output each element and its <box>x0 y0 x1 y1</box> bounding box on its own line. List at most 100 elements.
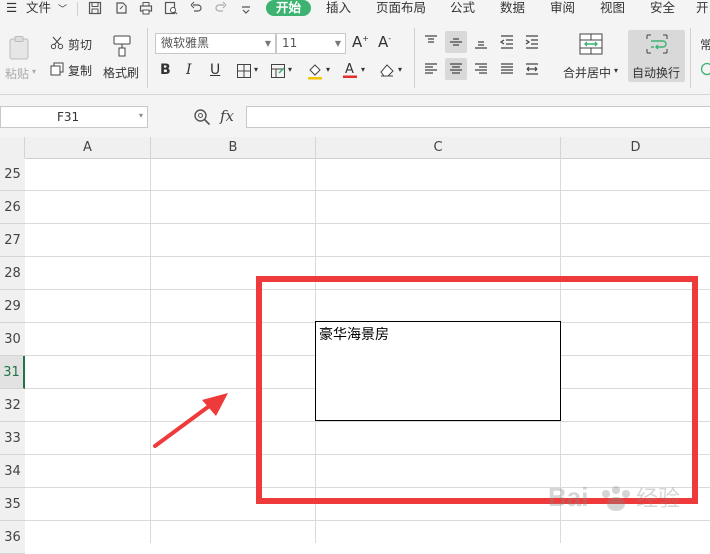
divider <box>690 28 691 88</box>
copy-icon[interactable] <box>50 62 64 79</box>
grid-line <box>25 256 710 257</box>
wrap-text-button[interactable]: 自动换行 <box>632 64 680 81</box>
chevron-down-icon[interactable]: ▾ <box>32 67 36 76</box>
tab-view[interactable]: 视图 <box>600 0 625 18</box>
annotation-arrow <box>150 390 230 450</box>
underline-icon[interactable]: U <box>210 62 220 78</box>
tab-insert[interactable]: 插入 <box>326 0 351 18</box>
row-header-active[interactable]: 31 <box>0 356 25 389</box>
font-color-icon[interactable]: A <box>341 61 359 82</box>
divider <box>147 28 148 88</box>
cell-style-icon[interactable] <box>270 63 286 82</box>
export-icon[interactable] <box>114 1 128 15</box>
customize-dropdown-icon[interactable] <box>239 3 253 17</box>
number-format-label[interactable]: 常 <box>700 36 710 53</box>
print-preview-icon[interactable] <box>164 1 178 15</box>
chevron-down-icon[interactable]: ▾ <box>254 65 258 74</box>
tab-data[interactable]: 数据 <box>500 0 525 18</box>
ribbon: 粘贴 ▾ 剪切 复制 格式刷 微软雅黑 ▼ 11 ▼ A+ A- B I U ▾… <box>0 18 710 95</box>
row-header[interactable]: 33 <box>0 422 25 455</box>
align-right-icon[interactable] <box>473 61 489 80</box>
chevron-down-icon[interactable]: ▾ <box>326 65 330 74</box>
name-box-value: F31 <box>57 110 79 124</box>
row-header[interactable]: 32 <box>0 389 25 422</box>
cut-button[interactable]: 剪切 <box>68 36 92 53</box>
select-all-corner[interactable] <box>0 137 25 158</box>
decrease-font-icon[interactable]: A- <box>378 33 391 51</box>
font-name-select[interactable]: 微软雅黑 ▼ <box>155 33 276 54</box>
tab-review[interactable]: 审阅 <box>550 0 575 18</box>
column-header-d[interactable]: D <box>561 137 710 158</box>
currency-icon[interactable] <box>700 62 710 79</box>
watermark: Bai 经验 <box>548 470 706 530</box>
redo-icon[interactable] <box>214 1 228 15</box>
decrease-indent-icon[interactable] <box>499 34 515 53</box>
paste-icon[interactable] <box>8 35 30 64</box>
copy-button[interactable]: 复制 <box>68 62 92 79</box>
tab-formulas[interactable]: 公式 <box>450 0 475 18</box>
merge-center-icon[interactable] <box>578 32 604 59</box>
svg-text:A: A <box>345 62 354 77</box>
row-header[interactable]: 35 <box>0 488 25 521</box>
increase-font-icon[interactable]: A+ <box>352 33 369 51</box>
increase-indent-icon[interactable] <box>524 34 540 53</box>
merge-center-button[interactable]: 合并居中 <box>563 64 611 81</box>
menu-bar: ☰ 文件 ﹀ 开始 插入 页面布局 公式 数据 审阅 视图 安全 开 <box>0 0 710 18</box>
align-middle-icon[interactable] <box>448 34 464 53</box>
row-header[interactable]: 34 <box>0 455 25 488</box>
clear-format-icon[interactable] <box>378 62 396 81</box>
menu-file[interactable]: 文件 <box>26 0 51 18</box>
name-box[interactable]: F31 ▾ <box>0 106 148 128</box>
font-size-select[interactable]: 11 ▼ <box>276 33 346 54</box>
formula-input[interactable] <box>246 106 710 128</box>
align-left-icon[interactable] <box>423 61 439 80</box>
column-header-b[interactable]: B <box>151 137 316 158</box>
print-icon[interactable] <box>139 1 153 15</box>
hamburger-icon[interactable]: ☰ <box>6 0 17 18</box>
row-header[interactable]: 36 <box>0 521 25 554</box>
tab-page-layout[interactable]: 页面布局 <box>376 0 426 18</box>
chevron-down-icon: ▾ <box>139 111 143 120</box>
divider <box>414 28 415 88</box>
tab-home[interactable]: 开始 <box>266 0 311 16</box>
row-header[interactable]: 30 <box>0 323 25 356</box>
chevron-down-icon[interactable]: ▾ <box>398 65 402 74</box>
row-header[interactable]: 29 <box>0 290 25 323</box>
chevron-down-icon[interactable]: ▾ <box>288 65 292 74</box>
save-icon[interactable] <box>88 1 102 15</box>
distributed-align-icon[interactable] <box>524 61 540 80</box>
align-top-icon[interactable] <box>423 34 439 53</box>
paste-label[interactable]: 粘贴 <box>5 65 29 82</box>
function-icon[interactable]: fx <box>220 107 234 125</box>
font-name-value: 微软雅黑 <box>161 36 209 50</box>
svg-text:经验: 经验 <box>636 487 680 512</box>
chevron-down-icon[interactable]: ▾ <box>614 66 618 75</box>
bold-icon[interactable]: B <box>160 62 171 78</box>
font-size-value: 11 <box>282 36 297 50</box>
align-bottom-icon[interactable] <box>473 34 489 53</box>
row-header[interactable]: 26 <box>0 191 25 224</box>
chevron-down-icon: ▼ <box>265 34 271 53</box>
column-header-c[interactable]: C <box>316 137 561 158</box>
borders-icon[interactable] <box>236 63 252 82</box>
justify-icon[interactable] <box>499 61 515 80</box>
zoom-icon[interactable] <box>193 108 211 129</box>
italic-icon[interactable]: I <box>186 62 192 78</box>
chevron-down-icon[interactable]: ▾ <box>361 65 365 74</box>
wrap-text-icon[interactable] <box>644 32 670 59</box>
watermark-logo: Bai 经验 <box>548 470 706 530</box>
undo-icon[interactable] <box>189 1 203 15</box>
align-center-icon[interactable] <box>448 61 464 80</box>
row-header[interactable]: 28 <box>0 257 25 290</box>
tab-security[interactable]: 安全 <box>650 0 675 18</box>
fill-color-icon[interactable] <box>306 62 324 83</box>
formula-bar: F31 ▾ fx <box>0 95 710 137</box>
column-header-a[interactable]: A <box>25 137 151 158</box>
row-header[interactable]: 25 <box>0 158 25 191</box>
grid-line <box>25 190 710 191</box>
row-header[interactable]: 27 <box>0 224 25 257</box>
tab-developer[interactable]: 开 <box>696 0 709 18</box>
format-painter-button[interactable]: 格式刷 <box>103 64 139 81</box>
scissors-icon[interactable] <box>50 36 64 53</box>
format-painter-icon[interactable] <box>111 34 133 61</box>
